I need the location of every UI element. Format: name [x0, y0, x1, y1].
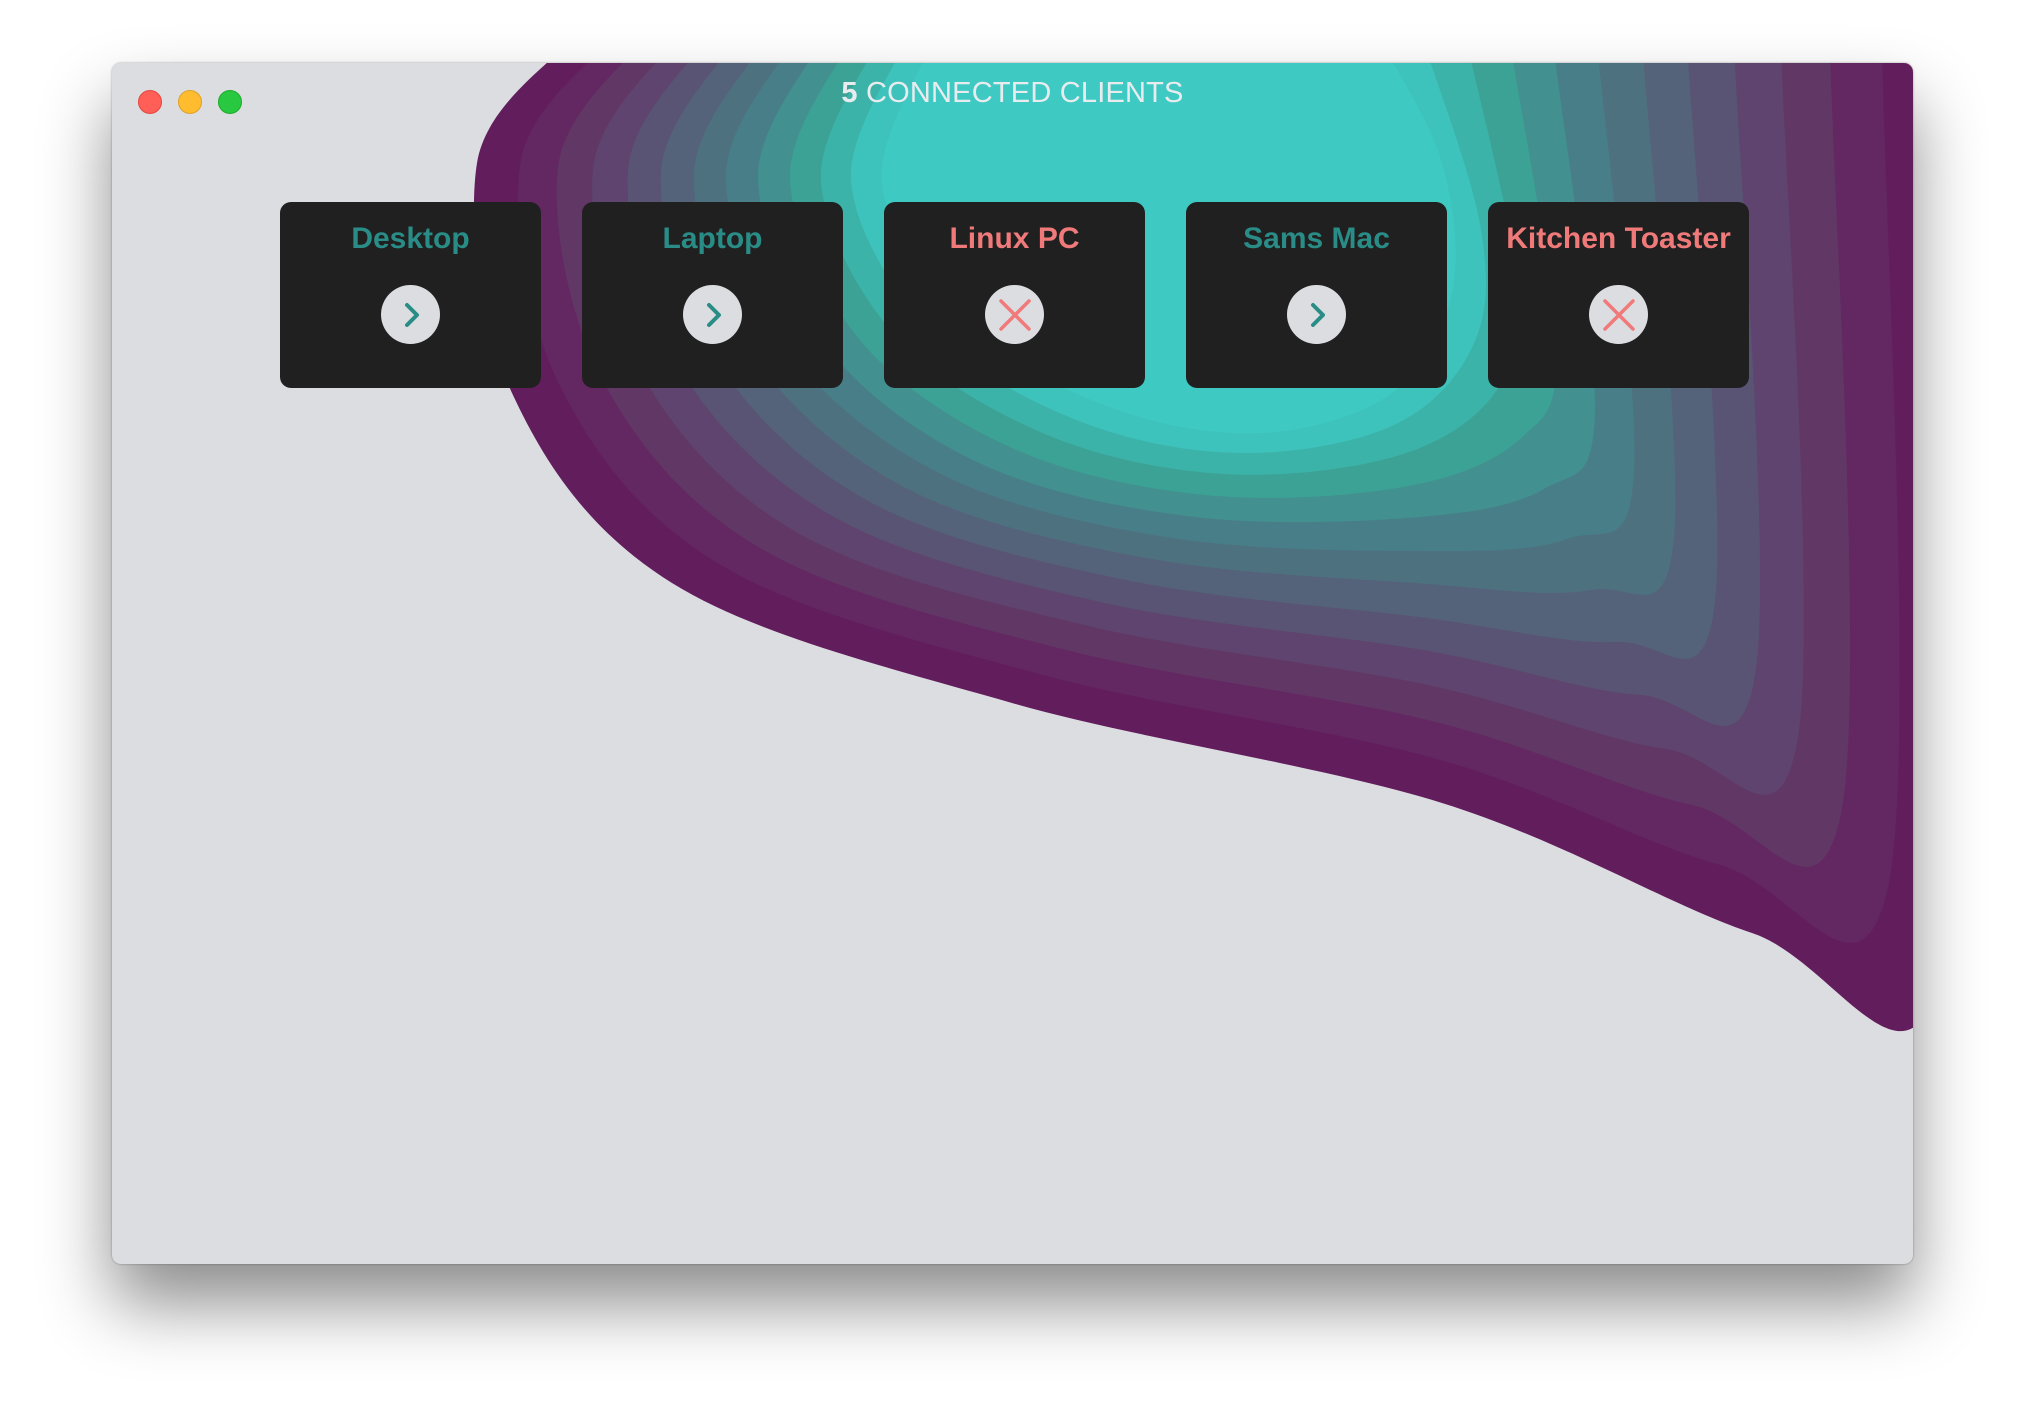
- client-card-linux-pc[interactable]: Linux PC: [884, 202, 1145, 388]
- client-card-kitchen-toaster[interactable]: Kitchen Toaster: [1488, 202, 1749, 388]
- connect-button[interactable]: [381, 285, 440, 344]
- chevron-right-icon: [698, 300, 728, 330]
- connect-button[interactable]: [1287, 285, 1346, 344]
- client-count: 5: [841, 77, 858, 109]
- chevron-right-icon: [396, 300, 426, 330]
- app-window: 5 CONNECTED CLIENTS Desktop Laptop Linux…: [112, 63, 1913, 1264]
- client-name: Kitchen Toaster: [1506, 222, 1731, 255]
- client-name: Laptop: [662, 222, 763, 255]
- client-name: Sams Mac: [1243, 222, 1390, 255]
- chevron-right-icon: [1302, 300, 1332, 330]
- client-card-sams-mac[interactable]: Sams Mac: [1186, 202, 1447, 388]
- title-label: CONNECTED CLIENTS: [866, 77, 1184, 109]
- client-list: Desktop Laptop Linux PC Sams Mac Kitchen…: [280, 202, 1749, 388]
- client-name: Desktop: [351, 222, 470, 255]
- connect-button[interactable]: [683, 285, 742, 344]
- disconnected-button[interactable]: [1589, 285, 1648, 344]
- disconnected-button[interactable]: [985, 285, 1044, 344]
- client-card-desktop[interactable]: Desktop: [280, 202, 541, 388]
- page-title: 5 CONNECTED CLIENTS: [112, 77, 1913, 110]
- client-name: Linux PC: [949, 222, 1080, 255]
- client-card-laptop[interactable]: Laptop: [582, 202, 843, 388]
- close-x-icon: [1599, 295, 1639, 335]
- close-x-icon: [995, 295, 1035, 335]
